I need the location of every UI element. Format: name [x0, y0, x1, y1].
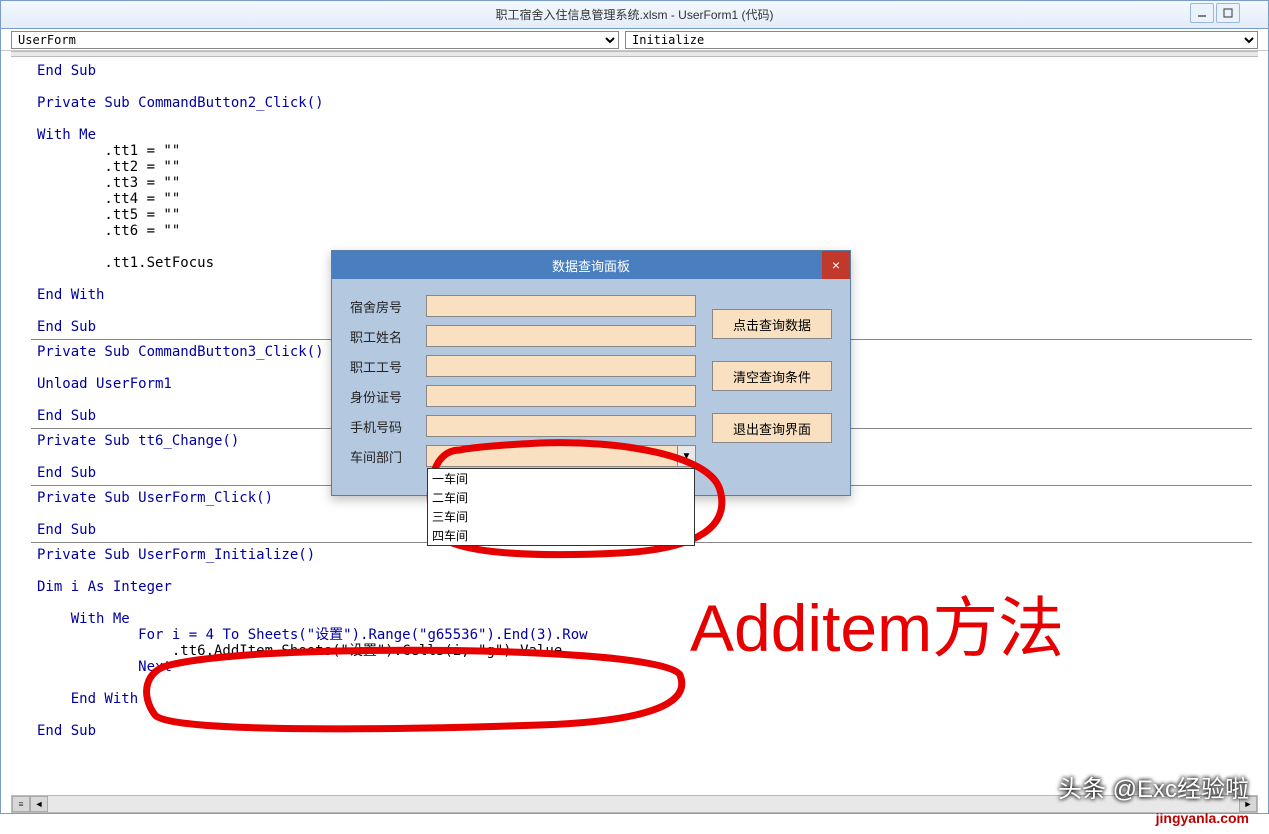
title-bar[interactable]: 职工宿舍入住信息管理系统.xlsm - UserForm1 (代码): [1, 1, 1268, 29]
code-line[interactable]: [37, 675, 1258, 691]
code-line[interactable]: .tt6 = "": [37, 223, 1258, 239]
code-line[interactable]: .tt3 = "": [37, 175, 1258, 191]
watermark-bottom: jingyanla.com: [1156, 810, 1249, 826]
code-line[interactable]: [37, 595, 1258, 611]
dialog-title-bar[interactable]: 数据查询面板 ×: [332, 251, 850, 279]
phone-label: 手机号码: [350, 417, 414, 436]
exit-button[interactable]: 退出查询界面: [712, 413, 832, 443]
code-line[interactable]: [37, 111, 1258, 127]
combo-option[interactable]: 二车间: [428, 488, 694, 507]
idno-label: 身份证号: [350, 387, 414, 406]
dept-label: 车间部门: [350, 447, 414, 466]
dialog-title: 数据查询面板: [552, 256, 630, 275]
code-line[interactable]: End Sub: [37, 723, 1258, 739]
code-line[interactable]: Private Sub CommandButton2_Click(): [37, 95, 1258, 111]
empno-input[interactable]: [426, 355, 696, 377]
code-line[interactable]: [37, 563, 1258, 579]
dept-combobox[interactable]: ▼ 一车间 二车间 三车间 四车间: [426, 445, 696, 467]
window-title: 职工宿舍入住信息管理系统.xlsm - UserForm1 (代码): [496, 6, 774, 23]
close-icon[interactable]: ×: [822, 251, 850, 279]
code-line[interactable]: With Me: [37, 127, 1258, 143]
code-line[interactable]: [37, 79, 1258, 95]
code-line[interactable]: End Sub: [37, 63, 1258, 79]
view-full-icon[interactable]: ≡: [12, 796, 30, 812]
room-input[interactable]: [426, 295, 696, 317]
dept-combo-list[interactable]: 一车间 二车间 三车间 四车间: [427, 468, 695, 546]
name-label: 职工姓名: [350, 327, 414, 346]
code-line[interactable]: .tt4 = "": [37, 191, 1258, 207]
clear-button[interactable]: 清空查询条件: [712, 361, 832, 391]
code-line[interactable]: .tt6.AddItem Sheets("设置").Cells(i, "g").…: [37, 643, 1258, 659]
phone-input[interactable]: [426, 415, 696, 437]
combo-option[interactable]: 三车间: [428, 507, 694, 526]
empno-label: 职工工号: [350, 357, 414, 376]
code-line[interactable]: .tt1 = "": [37, 143, 1258, 159]
code-line[interactable]: Next: [37, 659, 1258, 675]
code-line[interactable]: With Me: [37, 611, 1258, 627]
code-line[interactable]: Dim i As Integer: [37, 579, 1258, 595]
combo-option[interactable]: 一车间: [428, 469, 694, 488]
chevron-down-icon[interactable]: ▼: [677, 446, 695, 466]
query-panel-dialog: 数据查询面板 × 宿舍房号 职工姓名 职工工号 身份证号 手机号码: [331, 250, 851, 496]
room-label: 宿舍房号: [350, 297, 414, 316]
maximize-button[interactable]: [1216, 3, 1240, 23]
minimize-button[interactable]: [1190, 3, 1214, 23]
object-dropdown[interactable]: UserForm: [11, 31, 619, 49]
code-line[interactable]: Private Sub UserForm_Initialize(): [37, 547, 1258, 563]
code-line[interactable]: For i = 4 To Sheets("设置").Range("g65536"…: [37, 627, 1258, 643]
code-line[interactable]: .tt5 = "": [37, 207, 1258, 223]
query-button[interactable]: 点击查询数据: [712, 309, 832, 339]
code-line[interactable]: [37, 707, 1258, 723]
watermark-top: 头条 @Exc经验啦: [1058, 769, 1249, 804]
annotation-label: Additem方法: [690, 575, 1064, 671]
code-line[interactable]: End With: [37, 691, 1258, 707]
object-proc-bar: UserForm Initialize: [1, 29, 1268, 51]
procedure-dropdown[interactable]: Initialize: [625, 31, 1258, 49]
combo-option[interactable]: 四车间: [428, 526, 694, 545]
name-input[interactable]: [426, 325, 696, 347]
code-line[interactable]: .tt2 = "": [37, 159, 1258, 175]
scroll-left-icon[interactable]: ◄: [30, 796, 48, 812]
idno-input[interactable]: [426, 385, 696, 407]
